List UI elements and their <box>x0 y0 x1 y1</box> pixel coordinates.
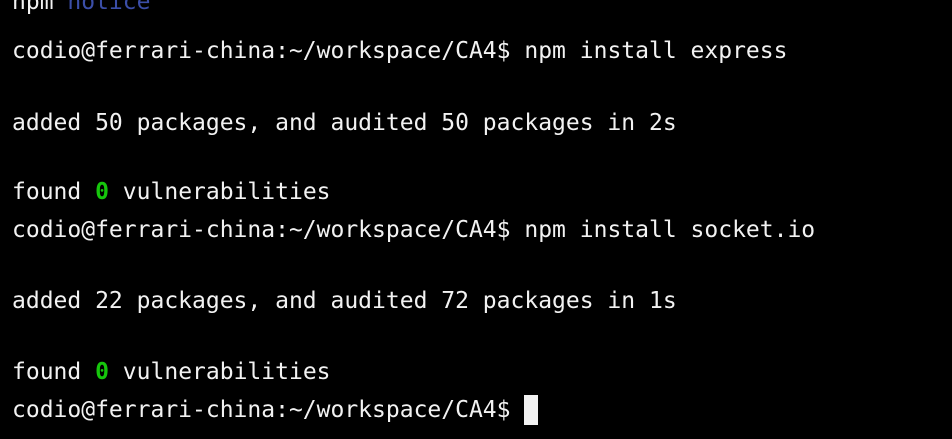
active-prompt-line[interactable]: codio@ferrari-china:~/workspace/CA4$ <box>12 395 539 425</box>
npm-notice-line: npm notice <box>12 0 150 17</box>
command-text: npm install express <box>524 38 788 64</box>
output-line-found-2: found 0 vulnerabilities <box>12 357 331 387</box>
vulnerability-count: 0 <box>95 359 109 385</box>
found-suffix: vulnerabilities <box>108 179 331 205</box>
shell-prompt: codio@ferrari-china:~/workspace/CA4$ <box>12 397 525 423</box>
output-text: added 50 packages, and audited 50 packag… <box>12 110 677 136</box>
found-prefix: found <box>12 359 96 385</box>
output-line-added-express: added 50 packages, and audited 50 packag… <box>12 108 677 138</box>
output-line-added-socketio: added 22 packages, and audited 72 packag… <box>12 286 677 316</box>
command-text: npm install socket.io <box>524 217 816 243</box>
output-line-found-1: found 0 vulnerabilities <box>12 177 331 207</box>
shell-prompt: codio@ferrari-china:~/workspace/CA4$ <box>12 38 525 64</box>
command-line-socketio: codio@ferrari-china:~/workspace/CA4$ npm… <box>12 215 815 245</box>
found-prefix: found <box>12 179 96 205</box>
vulnerability-count: 0 <box>95 179 109 205</box>
text-cursor <box>524 395 539 425</box>
notice-label: notice <box>67 0 151 15</box>
npm-label: npm <box>12 0 68 15</box>
found-suffix: vulnerabilities <box>108 359 331 385</box>
output-text: added 22 packages, and audited 72 packag… <box>12 288 677 314</box>
terminal-window[interactable]: npm notice codio@ferrari-china:~/workspa… <box>0 0 952 439</box>
shell-prompt: codio@ferrari-china:~/workspace/CA4$ <box>12 217 525 243</box>
command-line-express: codio@ferrari-china:~/workspace/CA4$ npm… <box>12 36 787 66</box>
